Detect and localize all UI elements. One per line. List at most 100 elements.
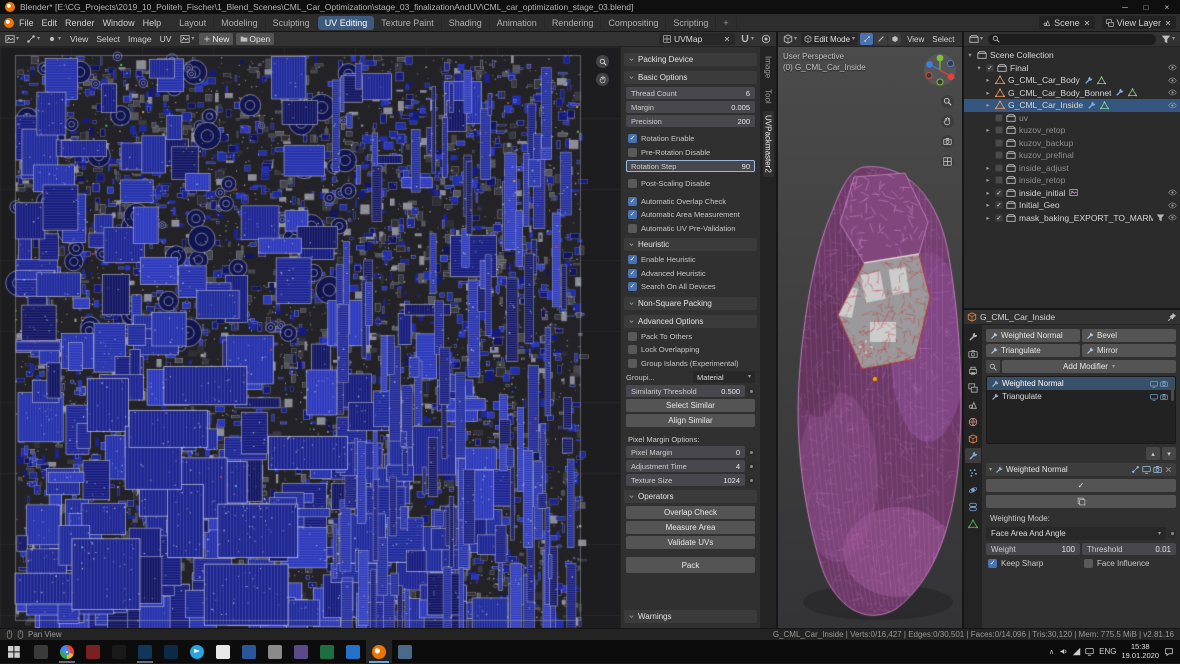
mode-dropdown[interactable]: Edit Mode ▾ [801, 33, 858, 45]
apply-modifier-button[interactable]: ✓ [986, 479, 1176, 492]
button-pack[interactable]: Pack [626, 557, 755, 573]
taskbar-app-app-3[interactable] [106, 640, 132, 663]
workspace-tab-uv-editing[interactable]: UV Editing [318, 16, 375, 30]
properties-tab-constraints[interactable] [965, 499, 981, 514]
checkbox-automatic-area-measurement[interactable]: ✓Automatic Area Measurement [626, 209, 755, 221]
realtime-toggle-icon[interactable] [1142, 465, 1151, 474]
active-modifier-header[interactable]: ▾ Weighted Normal [986, 463, 1176, 476]
properties-tab-scene[interactable] [965, 397, 981, 412]
minimize-button[interactable]: ─ [1117, 3, 1133, 12]
field-similarity-threshold[interactable]: Similarity Threshold0.500 [626, 385, 745, 397]
outliner-row-g-cml-car-body-bonnet[interactable]: ▸G_CML_Car_Body_Bonnet [964, 87, 1180, 100]
edge-select-mode-button[interactable] [874, 33, 887, 45]
outliner-row-mask-baking-export-to-marmoset[interactable]: ▸✓mask_baking_EXPORT_TO_MARMOSET [964, 212, 1180, 225]
funnel-icon[interactable] [1156, 213, 1165, 222]
menu-file[interactable]: File [15, 17, 38, 29]
outliner-row-g-cml-car-inside[interactable]: ▸G_CML_Car_Inside [964, 99, 1180, 112]
properties-tab-particles[interactable] [965, 465, 981, 480]
outliner-row-inside-retop[interactable]: ▸inside_retop [964, 174, 1180, 187]
eye-icon[interactable] [1168, 201, 1177, 210]
workspace-tab-shading[interactable]: Shading [442, 16, 490, 30]
checkbox-automatic-overlap-check[interactable]: ✓Automatic Overlap Check [626, 196, 755, 208]
checkbox-pack-to-others[interactable]: Pack To Others [626, 331, 755, 343]
field-rotation-step[interactable]: Rotation Step90 [626, 160, 755, 172]
uv-menu-view[interactable]: View [66, 33, 92, 45]
taskbar-app-app-10[interactable] [314, 640, 340, 663]
outliner-row-kuzov-retop[interactable]: ▸kuzov_retop [964, 124, 1180, 137]
animate-property-icon[interactable] [1168, 530, 1176, 538]
collection-checkbox[interactable] [995, 126, 1003, 134]
taskbar-app-app-8[interactable] [262, 640, 288, 663]
pin-icon[interactable] [1167, 312, 1177, 322]
outliner-editor-type-dropdown[interactable]: ▾ [967, 33, 985, 45]
favourite-modifier-triangulate[interactable]: Triangulate [986, 344, 1080, 357]
field-adjustment-time[interactable]: Adjustment Time4 [626, 460, 745, 472]
modifier-move-down-button[interactable]: ▾ [1162, 447, 1176, 460]
expand-toggle[interactable]: ▸ [984, 189, 992, 197]
outliner-search-input[interactable] [1002, 35, 1152, 44]
checkbox-post-scaling-disable[interactable]: Post-Scaling Disable [626, 178, 755, 190]
checkbox-enable-heuristic[interactable]: ✓Enable Heuristic [626, 254, 755, 266]
expand-toggle[interactable]: ▸ [984, 101, 992, 109]
taskbar-app-chrome[interactable] [54, 640, 80, 663]
field-texture-size[interactable]: Texture Size1024 [626, 474, 745, 486]
properties-tab-object-data[interactable] [965, 516, 981, 531]
viewport-editor-type-dropdown[interactable]: ▾ [781, 33, 799, 45]
panel-section-non-square-packing[interactable]: Non-Square Packing [624, 297, 757, 310]
unlink-uvmap-icon[interactable] [723, 35, 731, 43]
uv-canvas[interactable] [0, 47, 620, 628]
close-button[interactable]: × [1159, 3, 1175, 12]
expand-toggle[interactable]: ▸ [984, 126, 992, 134]
properties-tab-view-layer[interactable] [965, 380, 981, 395]
outliner-row-initial-geo[interactable]: ▸✓Initial_Geo [964, 199, 1180, 212]
outliner-row-final[interactable]: ▾✓Final [964, 62, 1180, 75]
properties-tab-modifiers[interactable] [965, 448, 981, 463]
checkbox-search-on-all-devices[interactable]: ✓Search On All Devices [626, 281, 755, 293]
panel-section-warnings[interactable]: Warnings [624, 610, 757, 623]
taskbar-app-app-4[interactable] [132, 640, 158, 663]
button-align-similar[interactable]: Align Similar [626, 414, 755, 427]
image-browse-dropdown[interactable]: ▾ [178, 33, 196, 45]
properties-tab-world[interactable] [965, 414, 981, 429]
eye-icon[interactable] [1168, 213, 1177, 222]
pan-button[interactable] [596, 73, 609, 86]
menu-help[interactable]: Help [139, 17, 166, 29]
properties-tab-object[interactable] [965, 431, 981, 446]
expand-toggle[interactable]: ▸ [984, 89, 992, 97]
field-precision[interactable]: Precision200 [626, 115, 755, 127]
render-toggle-icon[interactable] [1153, 465, 1162, 474]
expand-toggle[interactable]: ▸ [984, 76, 992, 84]
uv-menu-uv[interactable]: UV [156, 33, 176, 45]
add-modifier-dropdown[interactable]: Add Modifier▾ [1002, 360, 1176, 373]
viewport-zoom-button[interactable] [941, 95, 954, 108]
expand-toggle[interactable]: ▾ [966, 51, 974, 59]
outliner-search[interactable] [988, 34, 1156, 45]
maximize-button[interactable]: □ [1138, 3, 1154, 12]
modifier-stack-item-triangulate[interactable]: Triangulate [987, 390, 1175, 403]
notification-center-button[interactable] [1164, 647, 1174, 657]
button-measure-area[interactable]: Measure Area [626, 521, 755, 534]
menu-render[interactable]: Render [61, 17, 99, 29]
workspace-tab-rendering[interactable]: Rendering [545, 16, 602, 30]
taskbar-app-app-11[interactable] [340, 640, 366, 663]
panel-section-packing-device[interactable]: Packing Device [624, 53, 757, 66]
face-influence-checkbox[interactable]: Face Influence [1082, 558, 1176, 570]
button-select-similar[interactable]: Select Similar [626, 399, 755, 412]
taskbar-app-telegram[interactable] [184, 640, 210, 663]
workspace-tab-modeling[interactable]: Modeling [214, 16, 266, 30]
favourite-modifier-bevel[interactable]: Bevel [1082, 329, 1176, 342]
language-indicator[interactable]: ENG [1099, 647, 1116, 656]
collection-checkbox[interactable] [995, 151, 1003, 159]
properties-tab-physics[interactable] [965, 482, 981, 497]
sidebar-tab-uvpackmaster2[interactable]: UVPackmaster2 [763, 111, 774, 177]
workspace-add-button[interactable]: + [716, 16, 736, 30]
expand-toggle[interactable]: ▾ [975, 64, 983, 72]
checkbox-rotation-enable[interactable]: ✓Rotation Enable [626, 133, 755, 145]
collection-checkbox[interactable] [995, 139, 1003, 147]
outliner-row-inside-adjust[interactable]: ▸inside_adjust [964, 162, 1180, 175]
workspace-tab-scripting[interactable]: Scripting [666, 16, 716, 30]
uv-editor-type-dropdown[interactable]: ▾ [3, 33, 21, 45]
field-thread-count[interactable]: Thread Count6 [626, 87, 755, 99]
blender-menu-icon[interactable] [4, 18, 14, 28]
weight-field[interactable]: Weight 100 [986, 543, 1080, 555]
